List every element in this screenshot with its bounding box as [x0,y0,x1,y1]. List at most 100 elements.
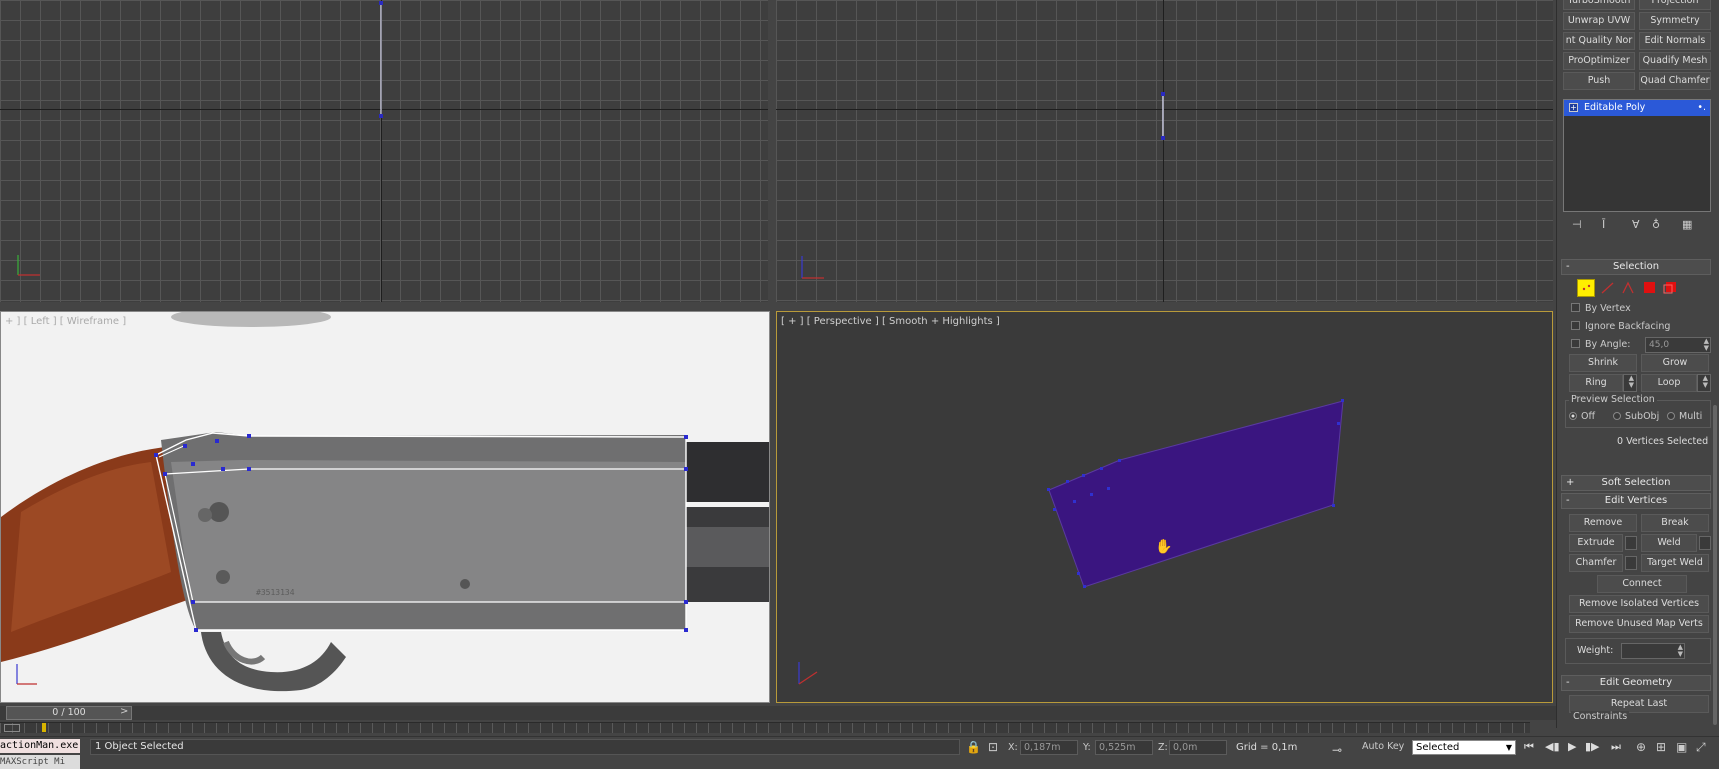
by-vertex-checkbox[interactable] [1571,303,1580,312]
maximize-viewport-icon[interactable]: ⤢ [1696,740,1706,755]
command-panel-scrollbar[interactable] [1713,405,1717,725]
ignore-backfacing-row[interactable]: Ignore Backfacing [1571,321,1670,332]
pan-hand-cursor: ✋ [1155,538,1172,555]
track-bar[interactable] [0,722,1530,733]
rollout-edit-vertices-header[interactable]: - Edit Vertices [1561,493,1711,509]
mini-curve-editor-icon[interactable] [4,724,20,732]
modifier-button-unwrap-uvw[interactable]: Unwrap UVW [1563,12,1635,30]
by-angle-spinner[interactable]: 45,0 ▲ ▼ [1645,337,1711,353]
time-slider-bar[interactable]: 0 / 100 > [0,706,1556,720]
chamfer-settings-icon[interactable] [1625,556,1637,573]
viewport-perspective[interactable]: ✋ [ + ] [ Perspective ] [ Smooth + Highl… [776,311,1553,703]
grid-size-text: Grid = 0,1m [1236,742,1298,753]
rollout-soft-selection-header[interactable]: + Soft Selection [1561,475,1711,491]
modifier-button-quadify-mesh[interactable]: Quadify Mesh [1639,52,1711,70]
viewport-front[interactable] [776,0,1553,302]
edge-level-icon[interactable] [1599,279,1617,297]
remove-button[interactable]: Remove [1569,514,1637,532]
preview-multi-radio[interactable] [1667,412,1675,420]
next-frame-icon[interactable]: ▮▶ [1585,740,1600,753]
preview-subobj-radio[interactable] [1613,412,1621,420]
spinner-arrows-icon[interactable]: ▲ ▼ [1678,644,1683,658]
zoom-extents-icon[interactable]: ▣ [1676,740,1687,754]
border-level-icon[interactable] [1619,279,1637,297]
grow-button[interactable]: Grow [1641,354,1709,372]
maxscript-listener[interactable]: actionMan.exe [0,739,80,753]
lock-selection-icon[interactable]: 🔒 [966,740,981,754]
rollout-selection-header[interactable]: - Selection [1561,259,1711,275]
weight-spinner[interactable]: ▲ ▼ [1621,643,1685,659]
viewport-perspective-label[interactable]: [ + ] [ Perspective ] [ Smooth + Highlig… [781,316,1000,327]
weld-button[interactable]: Weld [1641,534,1697,552]
modifier-button-quad-chamfer[interactable]: Quad Chamfer [1639,72,1711,90]
break-button[interactable]: Break [1641,514,1709,532]
remove-modifier-icon[interactable]: ♁ [1652,218,1660,231]
z-coordinate-field[interactable]: 0,0m [1169,740,1227,755]
set-key-icon[interactable]: ⊸ [1332,743,1342,757]
show-end-result-icon[interactable]: Ī [1602,218,1605,231]
stack-toolbar: ⊣ Ī ∀ ♁ ▦ [1563,218,1711,236]
by-angle-checkbox[interactable] [1571,339,1580,348]
configure-modifier-sets-icon[interactable]: ▦ [1682,218,1692,231]
y-coordinate-field[interactable]: 0,525m [1095,740,1153,755]
modifier-button-symmetry[interactable]: Symmetry [1639,12,1711,30]
element-level-icon[interactable] [1661,279,1679,297]
track-key-marker[interactable] [42,723,46,732]
target-weld-button[interactable]: Target Weld [1641,554,1709,572]
chamfer-button[interactable]: Chamfer [1569,554,1623,572]
loop-button[interactable]: Loop [1641,374,1697,392]
polygon-level-icon[interactable] [1641,279,1659,297]
by-angle-row[interactable]: By Angle: [1571,339,1630,350]
modifier-button-projection[interactable]: Projection [1639,0,1711,10]
modifier-button-prooptimizer[interactable]: ProOptimizer [1563,52,1635,70]
expand-plus-icon[interactable]: + [1569,103,1578,112]
preview-off-option[interactable]: Off [1569,411,1595,422]
viewport-left-label[interactable]: + ] [ Left ] [ Wireframe ] [5,316,126,327]
preview-off-radio[interactable] [1569,412,1577,420]
x-coordinate-field[interactable]: 0,187m [1020,740,1078,755]
absolute-mode-icon[interactable]: ⊡ [988,740,998,754]
ring-button[interactable]: Ring [1569,374,1623,392]
extrude-settings-icon[interactable] [1625,536,1637,553]
rollout-edit-geometry-header[interactable]: - Edit Geometry [1561,675,1711,691]
spinner-arrows-icon[interactable]: ▲ ▼ [1704,338,1709,352]
maxscript-mini-listener[interactable]: MAXScript Mi [0,755,80,769]
remove-unused-map-verts-button[interactable]: Remove Unused Map Verts [1569,615,1709,633]
app-window: #3513134 + ] [ Left ] [ Wireframe ] ✋ [… [0,0,1719,769]
modifier-stack[interactable]: + Editable Poly •. [1563,99,1711,212]
shrink-button[interactable]: Shrink [1569,354,1637,372]
modifier-button-turbosmooth[interactable]: TurboSmooth [1563,0,1635,10]
pin-stack-icon[interactable]: ⊣ [1572,218,1582,231]
goto-end-icon[interactable]: ⏭ [1611,740,1621,754]
spinner-arrows-icon[interactable]: ▲ ▼ [1629,375,1634,389]
make-unique-icon[interactable]: ∀ [1632,218,1640,231]
play-icon[interactable]: ▶ [1568,740,1576,753]
ring-spinner[interactable]: ▲ ▼ [1623,374,1637,392]
goto-start-icon[interactable]: ⏮ [1524,740,1534,754]
modifier-button-edit-normals[interactable]: Edit Normals [1639,32,1711,50]
stack-item-editable-poly[interactable]: + Editable Poly •. [1564,100,1710,116]
next-frame-arrow-icon[interactable]: > [120,706,128,717]
preview-subobj-option[interactable]: SubObj [1613,411,1659,422]
modifier-button-quality-normals[interactable]: nt Quality Nor [1563,32,1635,50]
modifier-button-push[interactable]: Push [1563,72,1635,90]
time-slider-thumb[interactable]: 0 / 100 [6,706,132,720]
previous-frame-icon[interactable]: ◀▮ [1545,740,1560,753]
viewport-top[interactable] [0,0,768,302]
zoom-all-icon[interactable]: ⊞ [1656,740,1666,754]
loop-spinner[interactable]: ▲ ▼ [1697,374,1711,392]
viewport-front-geometry [801,92,1165,279]
spinner-arrows-icon[interactable]: ▲ ▼ [1703,375,1708,389]
vertex-level-icon[interactable] [1577,279,1595,297]
by-vertex-row[interactable]: By Vertex [1571,303,1631,314]
weld-settings-icon[interactable] [1699,536,1711,553]
zoom-icon[interactable]: ⊕ [1636,740,1646,754]
extrude-button[interactable]: Extrude [1569,534,1623,552]
preview-multi-option[interactable]: Multi [1667,411,1702,422]
ignore-backfacing-checkbox[interactable] [1571,321,1580,330]
auto-key-button[interactable]: Auto Key [1362,741,1404,752]
key-filter-selection-dropdown[interactable]: Selected ▼ [1412,740,1516,755]
connect-button[interactable]: Connect [1597,575,1687,593]
remove-isolated-vertices-button[interactable]: Remove Isolated Vertices [1569,595,1709,613]
viewport-left[interactable]: #3513134 + ] [ Left ] [ Wireframe ] [0,311,770,703]
